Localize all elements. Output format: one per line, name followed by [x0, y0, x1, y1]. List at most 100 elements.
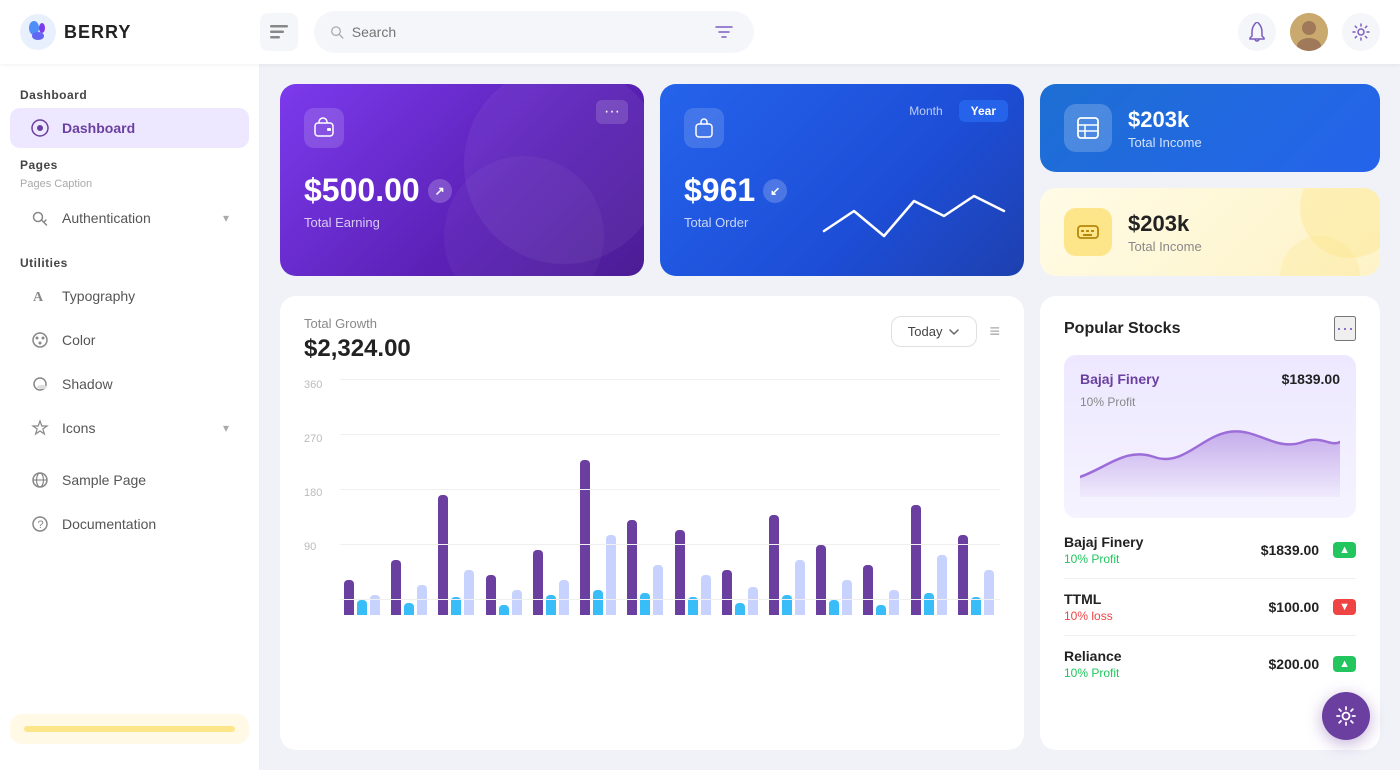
earning-more-button[interactable]: ··· — [596, 100, 628, 124]
globe-icon — [30, 470, 50, 490]
stock-profit-reliance: 10% Profit — [1064, 666, 1122, 680]
stock-item-ttml: TTML 10% loss $100.00 ▼ — [1064, 591, 1356, 636]
wallet-icon — [313, 117, 335, 139]
menu-button[interactable] — [260, 13, 298, 51]
stocks-header: Popular Stocks ··· — [1064, 316, 1356, 341]
notification-button[interactable] — [1238, 13, 1276, 51]
order-icon-box — [684, 108, 724, 148]
chart-title-block: Total Growth $2,324.00 — [304, 316, 411, 363]
stock-item-ttml-price: $100.00 ▼ — [1269, 599, 1357, 615]
tab-year[interactable]: Year — [959, 100, 1008, 122]
avatar — [1290, 13, 1328, 51]
sidebar-item-sample-page[interactable]: Sample Page — [10, 460, 249, 500]
featured-stock-svg — [1080, 417, 1340, 497]
chevron-down-icon: ▾ — [223, 211, 229, 225]
stock-item-reliance: Reliance 10% Profit $200.00 ▲ — [1064, 648, 1356, 692]
sidebar-item-dashboard-label: Dashboard — [62, 120, 135, 136]
bajaj-price: $1839.00 — [1261, 542, 1319, 558]
fab-gear-icon — [1335, 705, 1357, 727]
sidebar-section-utilities: Utilities — [0, 248, 259, 274]
stocks-card: Popular Stocks ··· Bajaj Finery $1839.00… — [1040, 296, 1380, 750]
palette-icon — [30, 330, 50, 350]
stock-item-bajaj-price: $1839.00 ▲ — [1261, 542, 1356, 558]
search-input[interactable] — [352, 24, 703, 40]
y-label-270: 270 — [304, 433, 322, 445]
y-axis-labels: 360 270 180 90 — [304, 379, 322, 599]
sidebar-item-typography[interactable]: A Typography — [10, 276, 249, 316]
reliance-price: $200.00 — [1269, 656, 1320, 672]
stock-item-bajaj-info: Bajaj Finery 10% Profit — [1064, 534, 1143, 566]
settings-button[interactable] — [1342, 13, 1380, 51]
stock-name-reliance: Reliance — [1064, 648, 1122, 664]
sidebar-section-pages: Pages — [0, 150, 259, 176]
top-cards: ··· $500.00 ↗ Total Earning Month — [280, 84, 1380, 276]
stock-profit-bajaj: 10% Profit — [1064, 552, 1143, 566]
stock-profit-ttml: 10% loss — [1064, 609, 1113, 623]
stock-item-bajaj: Bajaj Finery 10% Profit $1839.00 ▲ — [1064, 534, 1356, 579]
sidebar-item-icons-label: Icons — [62, 420, 95, 436]
logo-text: BERRY — [64, 22, 131, 43]
stat-info-yellow: $203k Total Income — [1128, 211, 1202, 254]
search-bar — [314, 11, 754, 53]
sidebar-item-documentation[interactable]: ? Documentation — [10, 504, 249, 544]
ttml-trend-icon: ▼ — [1333, 599, 1356, 615]
dashboard-icon — [30, 118, 50, 138]
sidebar-item-shadow[interactable]: Shadow — [10, 364, 249, 404]
stat-label-yellow: Total Income — [1128, 239, 1202, 254]
featured-stock-price: $1839.00 — [1282, 371, 1340, 387]
sidebar-item-dashboard[interactable]: Dashboard — [10, 108, 249, 148]
sidebar-item-authentication[interactable]: Authentication ▾ — [10, 198, 249, 238]
logo-icon — [20, 14, 56, 50]
y-label-90: 90 — [304, 541, 322, 553]
key-icon — [30, 208, 50, 228]
stock-name-ttml: TTML — [1064, 591, 1113, 607]
table-icon — [1075, 115, 1101, 141]
order-wave-chart — [814, 181, 1014, 256]
stat-card-income-yellow: $203k Total Income — [1040, 188, 1380, 276]
stock-name-bajaj: Bajaj Finery — [1064, 534, 1143, 550]
stat-amount-blue: $203k — [1128, 107, 1202, 133]
stock-item-reliance-info: Reliance 10% Profit — [1064, 648, 1122, 680]
bajaj-trend-icon: ▲ — [1333, 542, 1356, 558]
search-icon — [330, 24, 344, 40]
featured-stock-profit: 10% Profit — [1080, 395, 1340, 409]
chart-filter-button[interactable]: Today — [891, 316, 978, 347]
order-tabs: Month Year — [897, 100, 1008, 122]
tab-month[interactable]: Month — [897, 100, 954, 122]
right-stat-cards: $203k Total Income — [1040, 84, 1380, 276]
chart-menu-button[interactable]: ≡ — [989, 321, 1000, 342]
stat-label-blue: Total Income — [1128, 135, 1202, 150]
svg-text:A: A — [33, 290, 44, 305]
header: BERRY — [0, 0, 1400, 64]
stat-info-blue: $203k Total Income — [1128, 107, 1202, 150]
bar-blue-1 — [357, 600, 367, 615]
chart-title: Total Growth — [304, 316, 411, 331]
card-total-order: Month Year $961 ↙ Total Order — [660, 84, 1024, 276]
bar-chart: 360 270 180 90 — [304, 379, 1000, 619]
sidebar: Dashboard Dashboard Pages Pages Caption … — [0, 64, 260, 770]
reliance-trend-icon: ▲ — [1333, 656, 1356, 672]
header-right — [1238, 13, 1380, 51]
bell-icon — [1248, 22, 1266, 42]
grid-lines — [340, 379, 1000, 599]
earning-trend-icon: ↗ — [428, 179, 452, 203]
sidebar-item-sample-page-label: Sample Page — [62, 472, 146, 488]
fab-settings-button[interactable] — [1322, 692, 1370, 740]
icons-icon — [30, 418, 50, 438]
stat-amount-yellow: $203k — [1128, 211, 1202, 237]
stocks-more-button[interactable]: ··· — [1334, 316, 1356, 341]
card-total-earning: ··· $500.00 ↗ Total Earning — [280, 84, 644, 276]
main-content: ··· $500.00 ↗ Total Earning Month — [260, 64, 1400, 770]
stat-icon-yellow — [1064, 208, 1112, 256]
stocks-title: Popular Stocks — [1064, 320, 1180, 338]
sidebar-item-color[interactable]: Color — [10, 320, 249, 360]
keyboard-icon — [1075, 219, 1101, 245]
sidebar-item-icons[interactable]: Icons ▾ — [10, 408, 249, 448]
chevron-down-icon — [948, 326, 960, 338]
y-label-180: 180 — [304, 487, 322, 499]
search-filter-button[interactable] — [710, 16, 738, 48]
shadow-icon — [30, 374, 50, 394]
bottom-section: Total Growth $2,324.00 Today ≡ — [280, 296, 1380, 750]
chart-card: Total Growth $2,324.00 Today ≡ — [280, 296, 1024, 750]
chart-filter-label: Today — [908, 324, 943, 339]
